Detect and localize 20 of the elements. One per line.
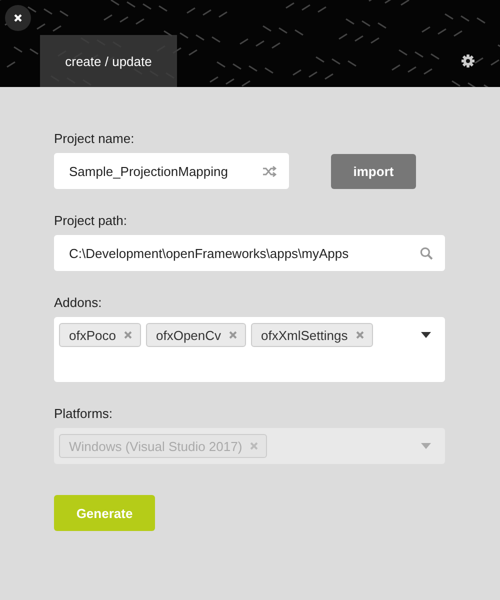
field-label: Project path: <box>54 213 128 228</box>
input-field[interactable]: C:\Development\openFrameworks\apps\myApps <box>54 235 445 271</box>
field-label: Project name: <box>54 131 136 146</box>
remove-icon[interactable] <box>229 331 238 339</box>
field-label: Addons: <box>54 295 103 310</box>
import-button[interactable]: import <box>331 154 416 188</box>
caret-icon[interactable] <box>421 332 431 338</box>
addon-tag[interactable]: ofxOpenCv <box>146 323 246 347</box>
addon-tag[interactable]: ofxXmlSettings <box>251 323 373 347</box>
addon-tag[interactable]: ofxPoco <box>59 323 141 347</box>
field-label: Platforms: <box>54 406 114 421</box>
close-icon <box>14 14 22 22</box>
addons-select[interactable]: ofxPoco ofxOpenCv ofxXmlSettings <box>54 317 445 382</box>
shuffle-icon[interactable] <box>263 166 277 176</box>
input-field[interactable]: Sample_ProjectionMapping <box>54 153 289 189</box>
remove-icon[interactable] <box>124 331 132 339</box>
settings-icon[interactable] <box>461 54 475 68</box>
remove-icon[interactable] <box>356 331 364 339</box>
search-icon[interactable] <box>420 246 433 260</box>
tab[interactable]: create / update <box>40 35 177 87</box>
